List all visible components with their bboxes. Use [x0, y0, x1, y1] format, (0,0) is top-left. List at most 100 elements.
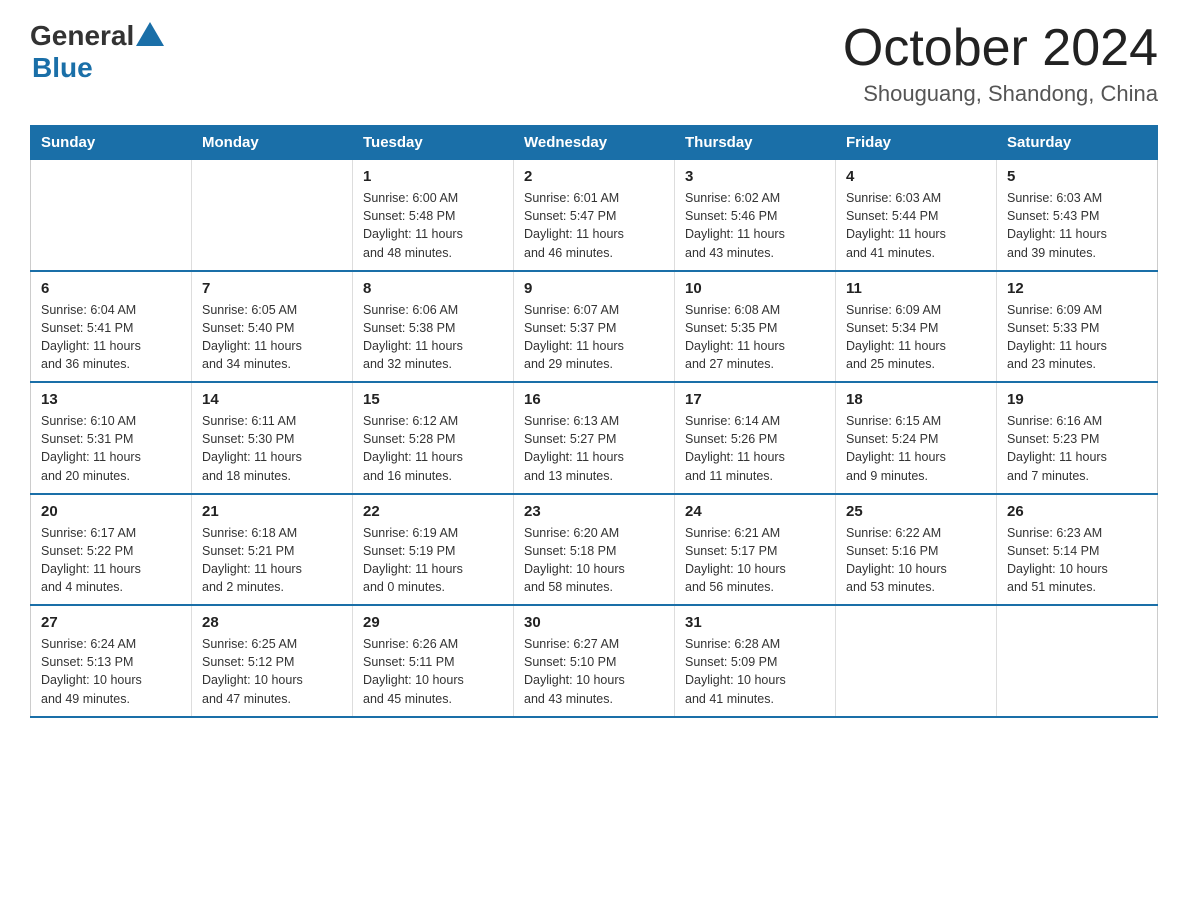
day-number: 9 — [524, 280, 664, 297]
calendar-cell: 12 Sunrise: 6:09 AM Sunset: 5:33 PM Dayli… — [997, 271, 1158, 383]
day-number: 21 — [202, 503, 342, 520]
day-info: Sunrise: 6:01 AM Sunset: 5:47 PM Dayligh… — [524, 189, 664, 262]
calendar-cell: 31 Sunrise: 6:28 AM Sunset: 5:09 PM Dayli… — [675, 605, 836, 717]
calendar-week-row: 6 Sunrise: 6:04 AM Sunset: 5:41 PM Daylig… — [31, 271, 1158, 383]
calendar-cell: 23Sunrise: 6:20 AM Sunset: 5:18 PM Dayli… — [514, 494, 675, 606]
day-number: 29 — [363, 614, 503, 631]
calendar-cell: 18 Sunrise: 6:15 AM Sunset: 5:24 PM Dayli… — [836, 382, 997, 494]
calendar-cell: 16 Sunrise: 6:13 AM Sunset: 5:27 PM Dayli… — [514, 382, 675, 494]
day-number: 20 — [41, 503, 181, 520]
day-number: 18 — [846, 391, 986, 408]
calendar-cell: 2 Sunrise: 6:01 AM Sunset: 5:47 PM Daylig… — [514, 160, 675, 271]
calendar-cell: 21Sunrise: 6:18 AM Sunset: 5:21 PM Dayli… — [192, 494, 353, 606]
day-number: 17 — [685, 391, 825, 408]
calendar-cell: 22 Sunrise: 6:19 AM Sunset: 5:19 PM Dayli… — [353, 494, 514, 606]
calendar-cell: 5Sunrise: 6:03 AM Sunset: 5:43 PM Daylig… — [997, 160, 1158, 271]
calendar-cell — [836, 605, 997, 717]
calendar-table: Sunday Monday Tuesday Wednesday Thursday… — [30, 125, 1158, 718]
day-number: 22 — [363, 503, 503, 520]
day-number: 14 — [202, 391, 342, 408]
day-info: Sunrise: 6:06 AM Sunset: 5:38 PM Dayligh… — [363, 301, 503, 374]
page-subtitle: Shouguang, Shandong, China — [843, 81, 1158, 107]
day-number: 27 — [41, 614, 181, 631]
day-number: 28 — [202, 614, 342, 631]
calendar-cell: 26 Sunrise: 6:23 AM Sunset: 5:14 PM Dayli… — [997, 494, 1158, 606]
day-info: Sunrise: 6:09 AM Sunset: 5:34 PM Dayligh… — [846, 301, 986, 374]
logo-blue-text: Blue — [32, 52, 164, 84]
day-info: Sunrise: 6:27 AM Sunset: 5:10 PM Dayligh… — [524, 635, 664, 708]
calendar-cell: 24Sunrise: 6:21 AM Sunset: 5:17 PM Dayli… — [675, 494, 836, 606]
logo-general-text: General — [30, 20, 134, 52]
weekday-header-row: Sunday Monday Tuesday Wednesday Thursday… — [31, 126, 1158, 160]
calendar-cell: 10Sunrise: 6:08 AM Sunset: 5:35 PM Dayli… — [675, 271, 836, 383]
day-info: Sunrise: 6:20 AM Sunset: 5:18 PM Dayligh… — [524, 524, 664, 597]
header-tuesday: Tuesday — [353, 126, 514, 160]
day-info: Sunrise: 6:03 AM Sunset: 5:44 PM Dayligh… — [846, 189, 986, 262]
day-info: Sunrise: 6:15 AM Sunset: 5:24 PM Dayligh… — [846, 412, 986, 485]
calendar-cell — [31, 160, 192, 271]
calendar-cell: 29Sunrise: 6:26 AM Sunset: 5:11 PM Dayli… — [353, 605, 514, 717]
page-header: General Blue October 2024 Shouguang, Sha… — [30, 20, 1158, 107]
calendar-cell: 30 Sunrise: 6:27 AM Sunset: 5:10 PM Dayli… — [514, 605, 675, 717]
calendar-cell: 4 Sunrise: 6:03 AM Sunset: 5:44 PM Daylig… — [836, 160, 997, 271]
header-friday: Friday — [836, 126, 997, 160]
day-info: Sunrise: 6:17 AM Sunset: 5:22 PM Dayligh… — [41, 524, 181, 597]
day-info: Sunrise: 6:13 AM Sunset: 5:27 PM Dayligh… — [524, 412, 664, 485]
day-info: Sunrise: 6:10 AM Sunset: 5:31 PM Dayligh… — [41, 412, 181, 485]
day-number: 15 — [363, 391, 503, 408]
calendar-cell: 27 Sunrise: 6:24 AM Sunset: 5:13 PM Dayli… — [31, 605, 192, 717]
day-info: Sunrise: 6:11 AM Sunset: 5:30 PM Dayligh… — [202, 412, 342, 485]
calendar-cell — [192, 160, 353, 271]
day-info: Sunrise: 6:19 AM Sunset: 5:19 PM Dayligh… — [363, 524, 503, 597]
calendar-cell: 17 Sunrise: 6:14 AM Sunset: 5:26 PM Dayli… — [675, 382, 836, 494]
day-info: Sunrise: 6:05 AM Sunset: 5:40 PM Dayligh… — [202, 301, 342, 374]
calendar-cell — [997, 605, 1158, 717]
calendar-cell: 7 Sunrise: 6:05 AM Sunset: 5:40 PM Daylig… — [192, 271, 353, 383]
day-number: 30 — [524, 614, 664, 631]
calendar-week-row: 20 Sunrise: 6:17 AM Sunset: 5:22 PM Dayli… — [31, 494, 1158, 606]
day-number: 26 — [1007, 503, 1147, 520]
day-info: Sunrise: 6:07 AM Sunset: 5:37 PM Dayligh… — [524, 301, 664, 374]
calendar-cell: 13 Sunrise: 6:10 AM Sunset: 5:31 PM Dayli… — [31, 382, 192, 494]
calendar-cell: 11Sunrise: 6:09 AM Sunset: 5:34 PM Dayli… — [836, 271, 997, 383]
calendar-cell: 28 Sunrise: 6:25 AM Sunset: 5:12 PM Dayli… — [192, 605, 353, 717]
day-info: Sunrise: 6:25 AM Sunset: 5:12 PM Dayligh… — [202, 635, 342, 708]
day-info: Sunrise: 6:24 AM Sunset: 5:13 PM Dayligh… — [41, 635, 181, 708]
calendar-cell: 25Sunrise: 6:22 AM Sunset: 5:16 PM Dayli… — [836, 494, 997, 606]
day-number: 10 — [685, 280, 825, 297]
day-info: Sunrise: 6:12 AM Sunset: 5:28 PM Dayligh… — [363, 412, 503, 485]
day-number: 8 — [363, 280, 503, 297]
day-info: Sunrise: 6:16 AM Sunset: 5:23 PM Dayligh… — [1007, 412, 1147, 485]
calendar-week-row: 13 Sunrise: 6:10 AM Sunset: 5:31 PM Dayli… — [31, 382, 1158, 494]
calendar-cell: 15 Sunrise: 6:12 AM Sunset: 5:28 PM Dayli… — [353, 382, 514, 494]
title-block: October 2024 Shouguang, Shandong, China — [843, 20, 1158, 107]
day-number: 6 — [41, 280, 181, 297]
day-info: Sunrise: 6:03 AM Sunset: 5:43 PM Dayligh… — [1007, 189, 1147, 262]
calendar-cell: 3 Sunrise: 6:02 AM Sunset: 5:46 PM Daylig… — [675, 160, 836, 271]
day-number: 31 — [685, 614, 825, 631]
header-saturday: Saturday — [997, 126, 1158, 160]
day-info: Sunrise: 6:04 AM Sunset: 5:41 PM Dayligh… — [41, 301, 181, 374]
day-number: 24 — [685, 503, 825, 520]
day-number: 2 — [524, 168, 664, 185]
day-number: 16 — [524, 391, 664, 408]
day-info: Sunrise: 6:02 AM Sunset: 5:46 PM Dayligh… — [685, 189, 825, 262]
calendar-cell: 6 Sunrise: 6:04 AM Sunset: 5:41 PM Daylig… — [31, 271, 192, 383]
day-number: 7 — [202, 280, 342, 297]
calendar-week-row: 1Sunrise: 6:00 AM Sunset: 5:48 PM Daylig… — [31, 160, 1158, 271]
day-number: 3 — [685, 168, 825, 185]
day-info: Sunrise: 6:09 AM Sunset: 5:33 PM Dayligh… — [1007, 301, 1147, 374]
header-sunday: Sunday — [31, 126, 192, 160]
calendar-cell: 14 Sunrise: 6:11 AM Sunset: 5:30 PM Dayli… — [192, 382, 353, 494]
day-number: 12 — [1007, 280, 1147, 297]
day-info: Sunrise: 6:28 AM Sunset: 5:09 PM Dayligh… — [685, 635, 825, 708]
calendar-cell: 20 Sunrise: 6:17 AM Sunset: 5:22 PM Dayli… — [31, 494, 192, 606]
day-info: Sunrise: 6:23 AM Sunset: 5:14 PM Dayligh… — [1007, 524, 1147, 597]
day-info: Sunrise: 6:14 AM Sunset: 5:26 PM Dayligh… — [685, 412, 825, 485]
day-number: 19 — [1007, 391, 1147, 408]
day-number: 13 — [41, 391, 181, 408]
page-title: October 2024 — [843, 20, 1158, 77]
calendar-cell: 8 Sunrise: 6:06 AM Sunset: 5:38 PM Daylig… — [353, 271, 514, 383]
calendar-cell: 19 Sunrise: 6:16 AM Sunset: 5:23 PM Dayli… — [997, 382, 1158, 494]
day-number: 4 — [846, 168, 986, 185]
